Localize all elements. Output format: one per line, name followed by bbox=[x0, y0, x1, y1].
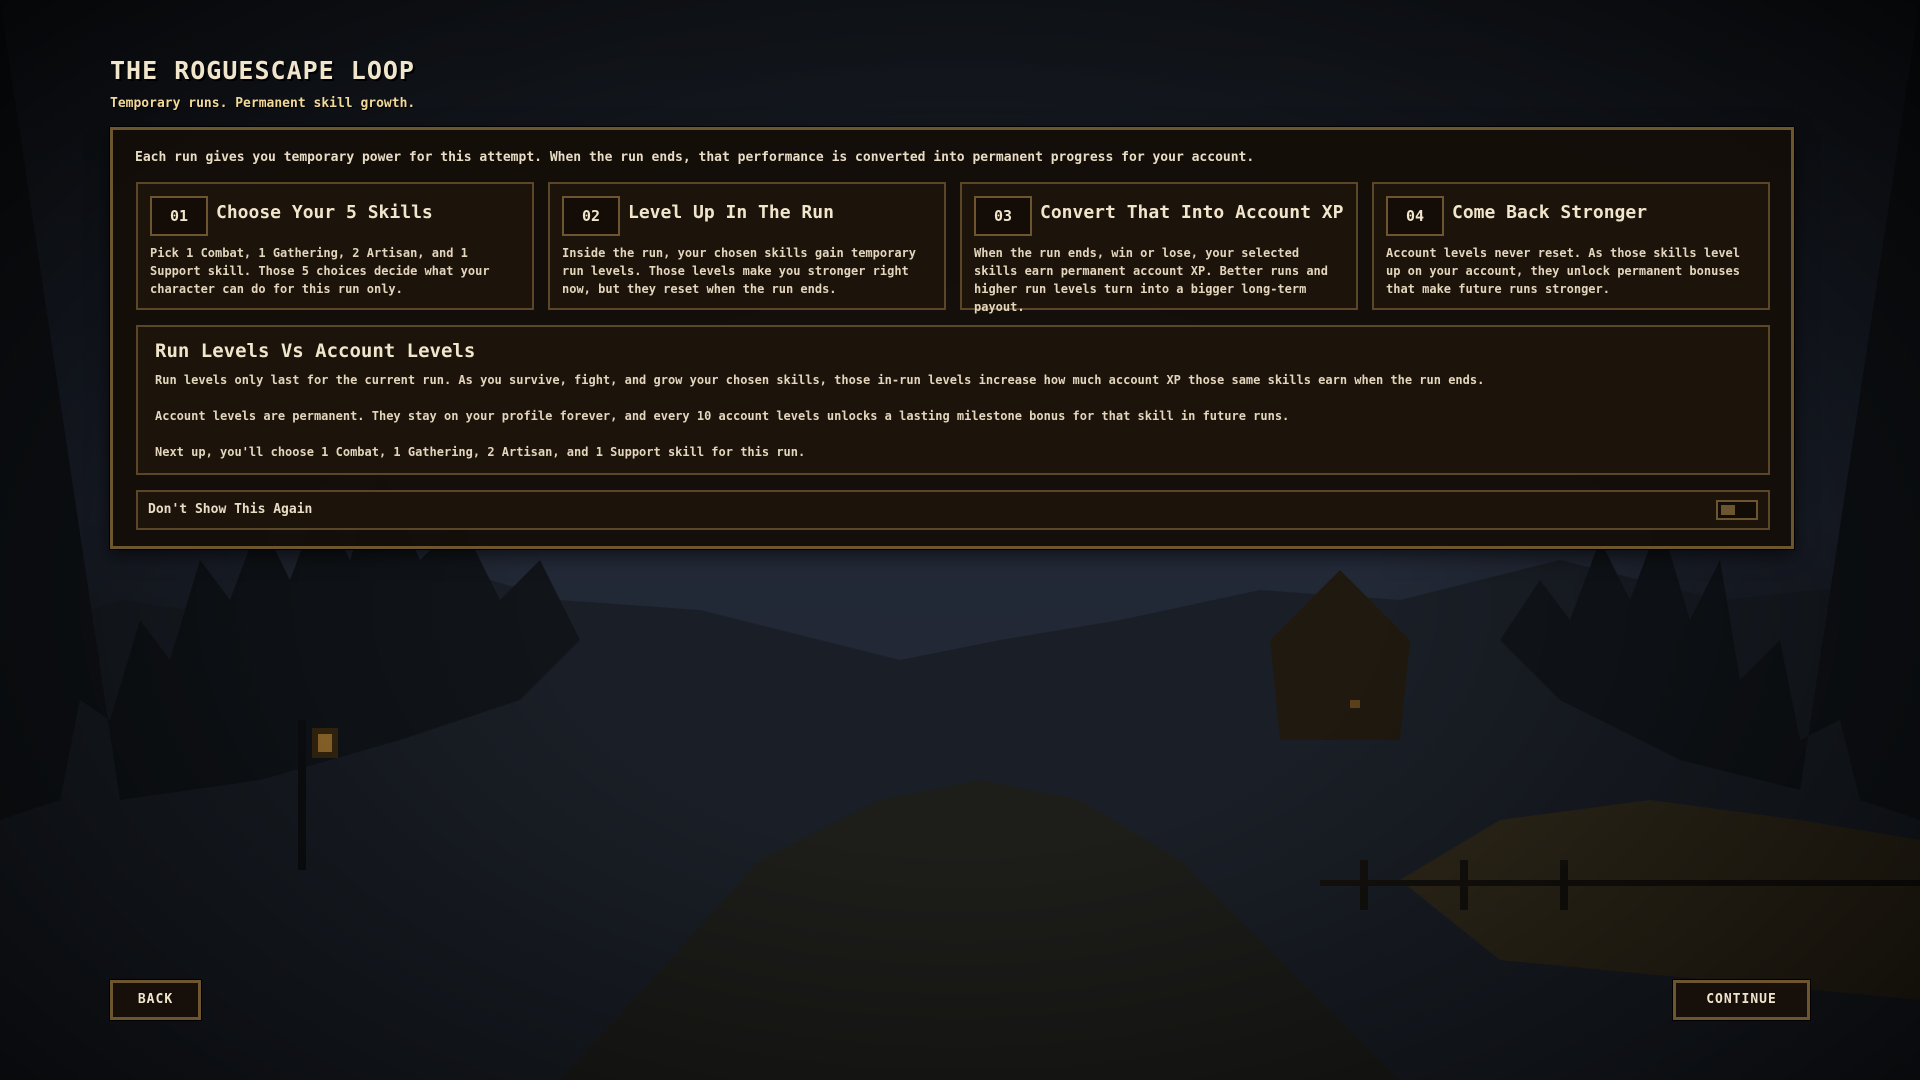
levels-paragraph-next-up: Next up, you'll choose 1 Combat, 1 Gathe… bbox=[155, 445, 806, 459]
step-description: Inside the run, your chosen skills gain … bbox=[562, 246, 917, 296]
step-card-2: 02 Level Up In The Run Inside the run, y… bbox=[548, 182, 946, 310]
dont-show-again-toggle[interactable] bbox=[1716, 500, 1758, 520]
step-title: Come Back Stronger bbox=[1452, 202, 1648, 223]
step-number-badge: 01 bbox=[150, 196, 208, 236]
back-button[interactable]: BACK bbox=[110, 980, 201, 1020]
dont-show-again-row[interactable]: Don't Show This Again bbox=[136, 490, 1770, 530]
page-title: THE ROGUESCAPE LOOP bbox=[110, 56, 415, 85]
dont-show-again-label: Don't Show This Again bbox=[148, 502, 313, 517]
run-vs-account-levels-box: Run Levels Vs Account Levels Run levels … bbox=[136, 325, 1770, 475]
step-description: When the run ends, win or lose, your sel… bbox=[974, 246, 1329, 314]
steps-row: 01 Choose Your 5 Skills Pick 1 Combat, 1… bbox=[136, 182, 1770, 314]
step-title: Level Up In The Run bbox=[628, 202, 834, 223]
step-title: Choose Your 5 Skills bbox=[216, 202, 433, 223]
step-number-badge: 02 bbox=[562, 196, 620, 236]
step-card-1: 01 Choose Your 5 Skills Pick 1 Combat, 1… bbox=[136, 182, 534, 310]
step-number-badge: 04 bbox=[1386, 196, 1444, 236]
toggle-knob bbox=[1721, 505, 1735, 515]
loop-info-panel: Each run gives you temporary power for t… bbox=[110, 127, 1794, 549]
levels-title: Run Levels Vs Account Levels bbox=[155, 340, 476, 362]
step-description: Pick 1 Combat, 1 Gathering, 2 Artisan, a… bbox=[150, 246, 490, 296]
step-card-4: 04 Come Back Stronger Account levels nev… bbox=[1372, 182, 1770, 310]
levels-paragraph-run: Run levels only last for the current run… bbox=[155, 373, 1485, 387]
levels-paragraph-account: Account levels are permanent. They stay … bbox=[155, 409, 1290, 423]
intro-text: Each run gives you temporary power for t… bbox=[135, 150, 1255, 165]
step-number-badge: 03 bbox=[974, 196, 1032, 236]
continue-button[interactable]: CONTINUE bbox=[1673, 980, 1810, 1020]
page-subtitle: Temporary runs. Permanent skill growth. bbox=[110, 96, 416, 111]
step-card-3: 03 Convert That Into Account XP When the… bbox=[960, 182, 1358, 314]
step-title: Convert That Into Account XP bbox=[1040, 202, 1344, 223]
step-description: Account levels never reset. As those ski… bbox=[1386, 246, 1741, 296]
